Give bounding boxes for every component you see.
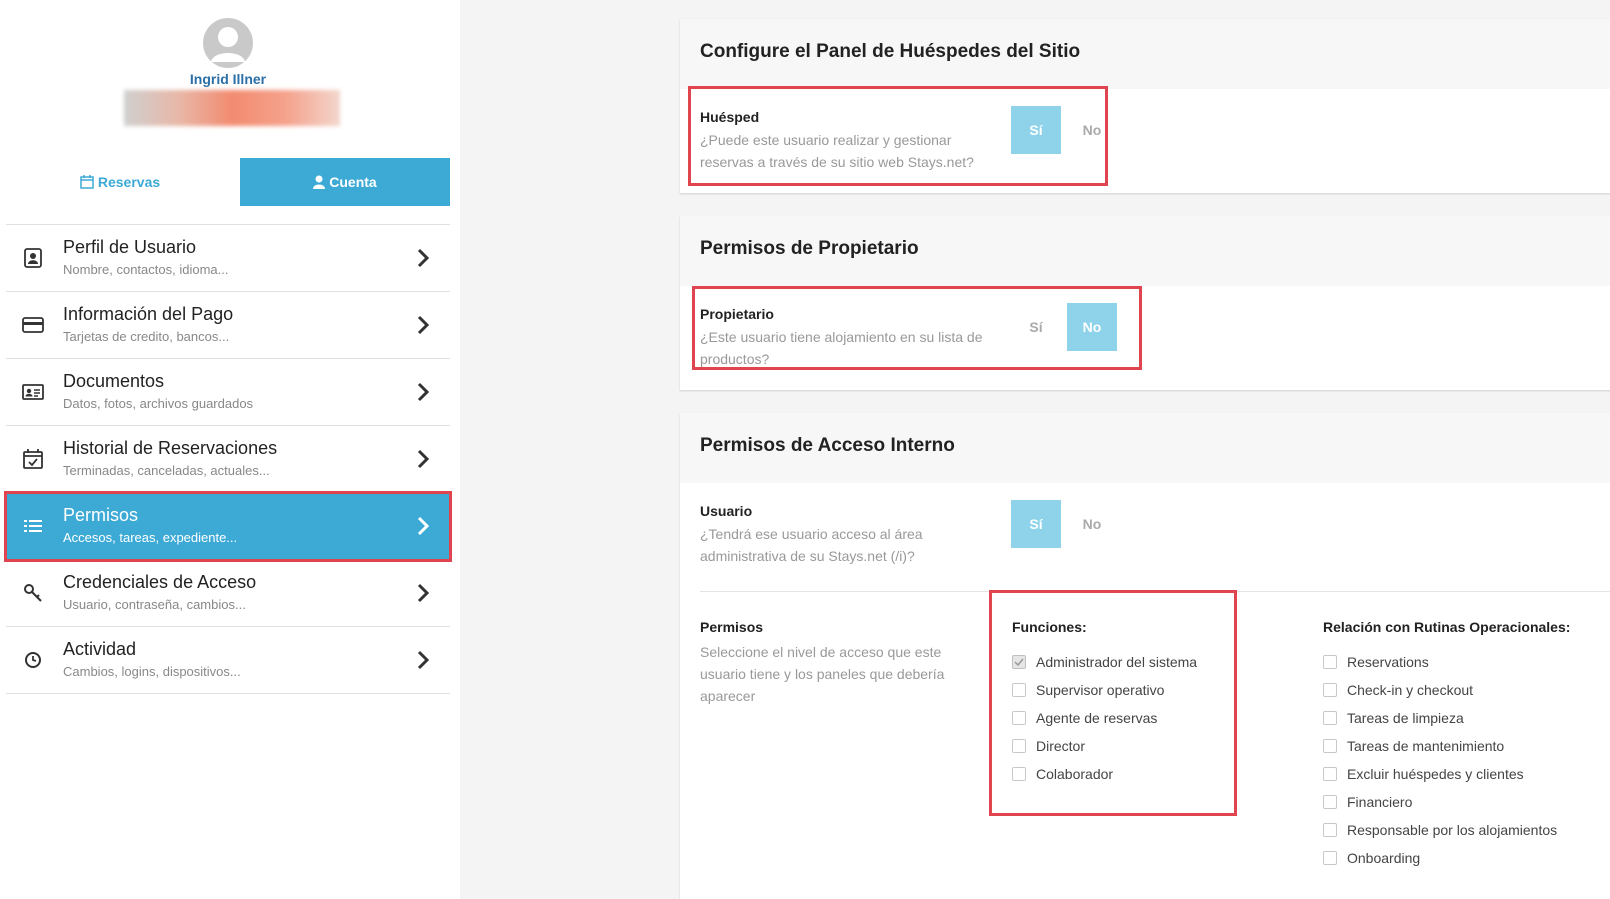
chevron-right-icon [417,315,430,335]
contact-card-icon [24,248,42,268]
chevron-right-icon [417,382,430,402]
chevron-right-icon [417,516,430,536]
checkbox[interactable] [1323,711,1337,725]
rutina-excluir[interactable]: Excluir huéspedes y clientes [1323,766,1524,782]
menu-item-subtitle: Terminadas, canceladas, actuales... [63,463,270,478]
menu-item-subtitle: Accesos, tareas, expediente... [63,530,238,545]
checkbox-label: Onboarding [1347,850,1421,866]
checkbox[interactable] [1323,823,1337,837]
menu-item-title: Documentos [63,371,165,391]
id-card-icon [22,384,44,400]
chevron-right-icon [417,449,430,469]
owner-panel-card: Permisos de Propietario Propietario ¿Est… [680,216,1610,390]
internal-panel-title: Permisos de Acceso Interno [680,413,1610,483]
checkbox[interactable] [1323,795,1337,809]
internal-user-label: Usuario [700,503,753,519]
menu-item-permisos[interactable]: Permisos Accesos, tareas, expediente... [4,491,452,562]
checkbox-label: Check-in y checkout [1347,682,1474,698]
checkbox[interactable] [1323,655,1337,669]
menu-item-title: Perfil de Usuario [63,237,197,257]
rutina-limpieza[interactable]: Tareas de limpieza [1323,710,1464,726]
menu-item-credenciales[interactable]: Credenciales de Acceso Usuario, contrase… [6,560,450,627]
user-avatar-icon [203,18,253,68]
rutina-checkin[interactable]: Check-in y checkout [1323,682,1473,698]
checkbox[interactable] [1323,739,1337,753]
key-icon [24,584,42,602]
menu-item-pago[interactable]: Información del Pago Tarjetas de credito… [6,292,450,359]
rutina-reservations[interactable]: Reservations [1323,654,1429,670]
checkbox[interactable] [1323,767,1337,781]
guest-panel-card: Configure el Panel de Huéspedes del Siti… [680,19,1610,193]
rutinas-title: Relación con Rutinas Operacionales: [1323,619,1571,635]
checkbox-label: Tareas de limpieza [1347,710,1464,726]
rutina-responsable[interactable]: Responsable por los alojamientos [1323,822,1557,838]
tab-reservas-label: Reservas [97,174,161,190]
checkbox-label: Reservations [1347,654,1429,670]
tab-cuenta[interactable]: Cuenta [240,158,450,206]
chevron-right-icon [417,248,430,268]
permisos-label: Permisos [700,619,764,635]
menu-item-title: Actividad [63,639,137,659]
internal-no-toggle[interactable]: No [1067,500,1117,548]
checkbox-label: Financiero [1347,794,1413,810]
rutina-onboarding[interactable]: Onboarding [1323,850,1420,866]
menu-item-perfil[interactable]: Perfil de Usuario Nombre, contactos, idi… [6,225,450,292]
menu-item-title: Historial de Reservaciones [63,438,278,458]
menu-item-title: Permisos [63,505,139,525]
chevron-right-icon [417,650,430,670]
user-icon [313,175,326,189]
sidebar: Ingrid Illner Reservas Cuenta Perfil de … [0,0,460,899]
tab-cuenta-label: Cuenta [329,174,377,190]
rutina-financiero[interactable]: Financiero [1323,794,1412,810]
calendar-icon [80,175,94,189]
menu-item-historial[interactable]: Historial de Reservaciones Terminadas, c… [6,426,450,493]
tab-reservas[interactable]: Reservas [6,158,234,206]
internal-user-description: ¿Tendrá ese usuario acceso al área admin… [700,526,923,564]
main-content: Configure el Panel de Huéspedes del Siti… [460,0,1610,899]
checkbox[interactable] [1323,851,1337,865]
menu-item-title: Credenciales de Acceso [63,572,257,592]
rutina-mantenimiento[interactable]: Tareas de mantenimiento [1323,738,1504,754]
menu-item-subtitle: Cambios, logins, dispositivos... [63,664,241,679]
owner-panel-title: Permisos de Propietario [680,216,1610,286]
menu-item-title: Información del Pago [63,304,234,324]
owner-highlight-box [692,286,1142,370]
internal-yes-toggle[interactable]: Sí [1011,500,1061,548]
redacted-info [124,90,340,126]
clock-icon [25,652,41,668]
menu-item-actividad[interactable]: Actividad Cambios, logins, dispositivos.… [6,627,450,694]
guest-panel-title: Configure el Panel de Huéspedes del Siti… [680,19,1610,89]
menu-item-documentos[interactable]: Documentos Datos, fotos, archivos guarda… [6,359,450,426]
menu-item-subtitle: Tarjetas de credito, bancos... [63,329,230,344]
menu-item-subtitle: Datos, fotos, archivos guardados [63,396,254,411]
checkbox-label: Tareas de mantenimiento [1347,738,1505,754]
permisos-description: Seleccione el nivel de acceso que este u… [700,644,945,704]
internal-panel-card: Permisos de Acceso Interno Usuario ¿Tend… [680,413,1610,899]
account-menu: Perfil de Usuario Nombre, contactos, idi… [4,224,452,694]
guest-highlight-box [688,86,1108,186]
credit-card-icon [22,317,44,333]
chevron-right-icon [417,583,430,603]
checkbox[interactable] [1323,683,1337,697]
list-icon [24,520,42,532]
menu-item-subtitle: Usuario, contraseña, cambios... [63,597,246,612]
checkbox-label: Excluir huéspedes y clientes [1347,766,1524,782]
user-name: Ingrid Illner [189,71,267,87]
menu-item-subtitle: Nombre, contactos, idioma... [63,262,229,277]
checkbox-label: Responsable por los alojamientos [1347,822,1558,838]
funciones-highlight-box [989,590,1237,816]
calendar-check-icon [23,449,43,469]
